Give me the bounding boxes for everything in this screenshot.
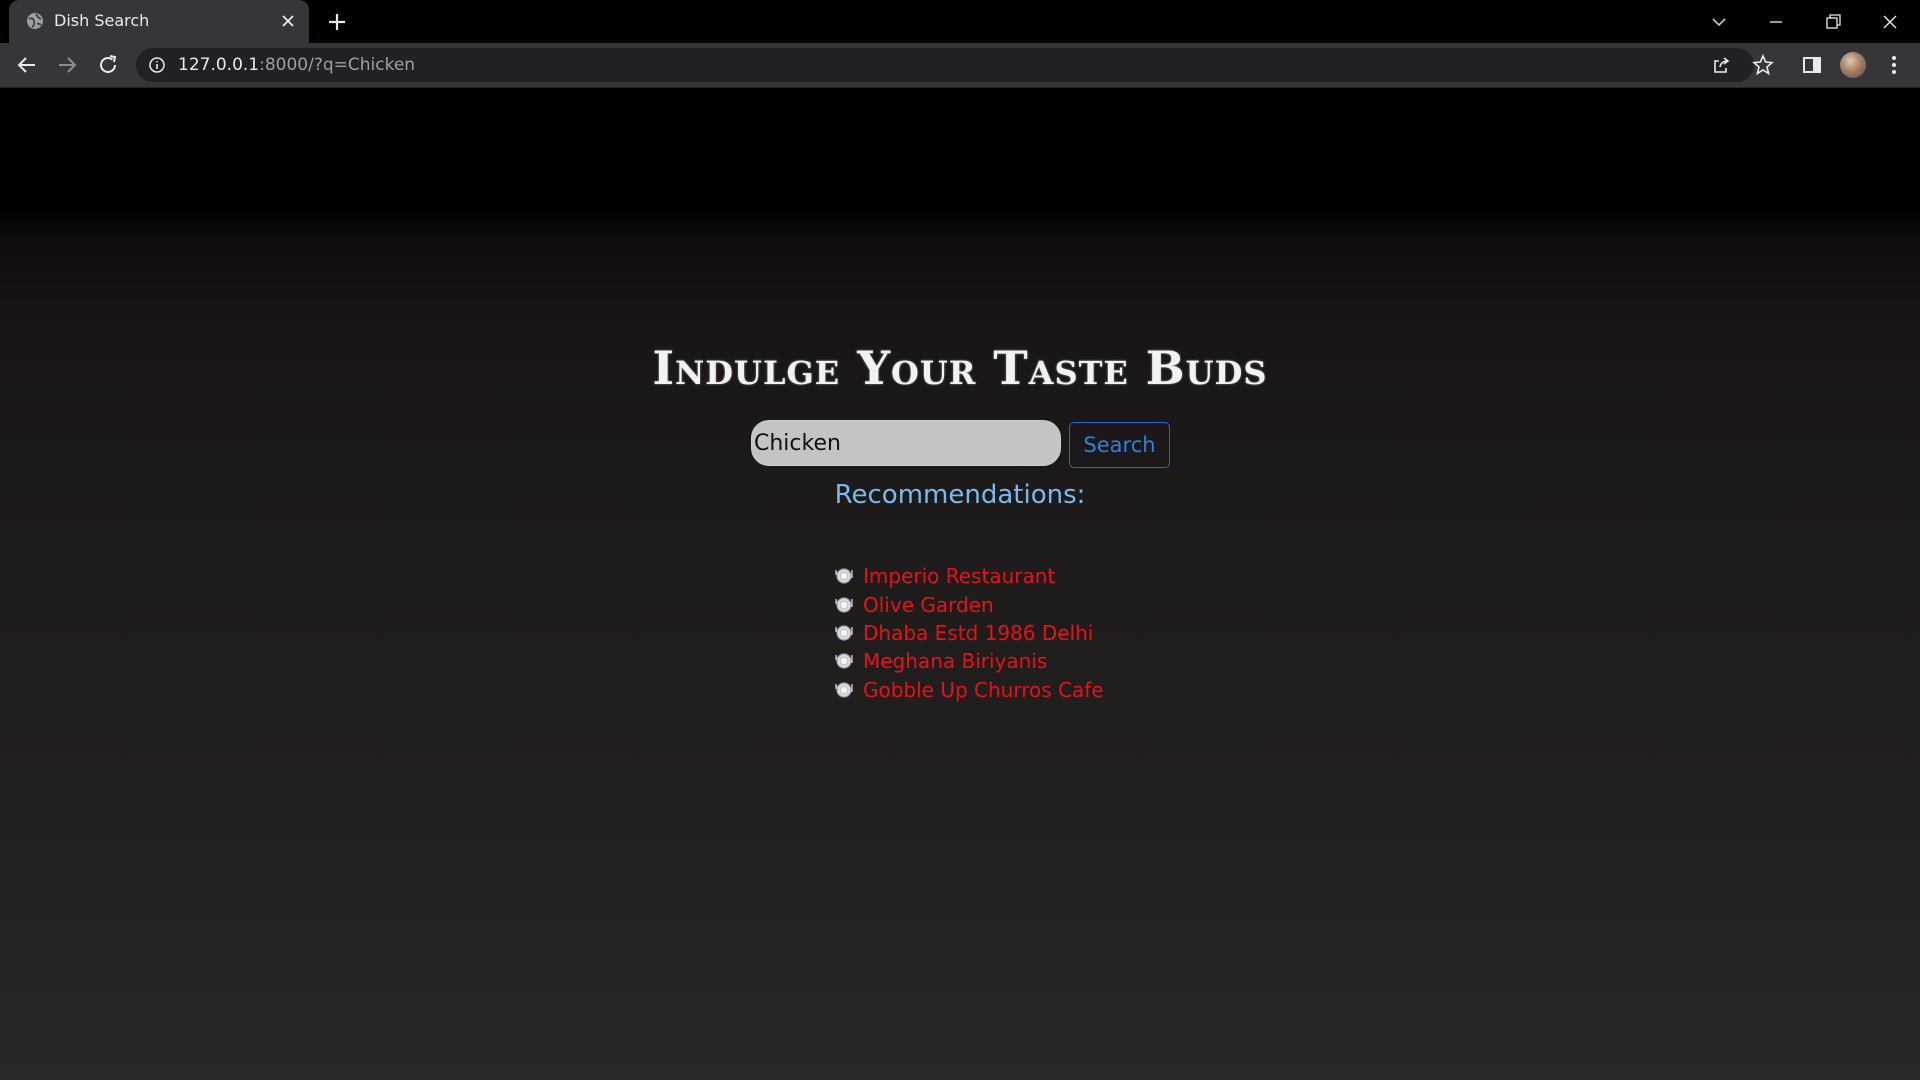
globe-icon (26, 12, 44, 30)
active-tab[interactable]: Dish Search (9, 0, 309, 43)
tab-search-icon[interactable] (1705, 8, 1733, 36)
list-item: Meghana Biriyanis (834, 647, 1104, 675)
url-host: 127.0.0.1 (178, 55, 260, 75)
recommendations-heading: Recommendations: (834, 480, 1086, 510)
plate-icon (834, 651, 854, 671)
new-tab-icon[interactable] (326, 11, 348, 33)
close-window-icon[interactable] (1876, 8, 1904, 36)
browser-toolbar: 127.0.0.1:8000/?q=Chicken (0, 43, 1920, 88)
minimize-icon[interactable] (1762, 8, 1790, 36)
restore-icon[interactable] (1819, 8, 1847, 36)
profile-avatar[interactable] (1840, 52, 1866, 78)
plate-icon (834, 623, 854, 643)
recommendation-link[interactable]: Olive Garden (863, 593, 994, 617)
list-item: Imperio Restaurant (834, 562, 1104, 590)
tab-title: Dish Search (54, 11, 150, 30)
recommendation-link[interactable]: Imperio Restaurant (863, 564, 1055, 588)
back-icon[interactable] (15, 53, 39, 77)
forward-icon[interactable] (55, 53, 79, 77)
page-heading: Indulge Your Taste Buds (652, 341, 1268, 395)
reload-icon[interactable] (96, 53, 120, 77)
tab-strip: Dish Search (0, 0, 1920, 43)
list-item: Gobble Up Churros Cafe (834, 676, 1104, 704)
list-item: Olive Garden (834, 590, 1104, 618)
search-button[interactable]: Search (1069, 422, 1170, 468)
info-icon[interactable] (148, 56, 166, 74)
plate-icon (834, 595, 854, 615)
bookmark-star-icon[interactable] (1752, 53, 1774, 76)
address-bar[interactable]: 127.0.0.1:8000/?q=Chicken (136, 48, 1754, 82)
close-tab-icon[interactable] (279, 12, 297, 30)
recommendations-list: Imperio Restaurant Olive Garden Dhaba Es… (834, 562, 1104, 704)
recommendation-link[interactable]: Meghana Biriyanis (863, 649, 1047, 673)
share-icon[interactable] (1711, 55, 1731, 75)
menu-kebab-icon[interactable] (1883, 54, 1905, 76)
list-item: Dhaba Estd 1986 Delhi (834, 619, 1104, 647)
plate-icon (834, 566, 854, 586)
url-text: 127.0.0.1:8000/?q=Chicken (178, 55, 415, 75)
recommendation-link[interactable]: Gobble Up Churros Cafe (863, 678, 1104, 702)
recommendation-link[interactable]: Dhaba Estd 1986 Delhi (863, 621, 1093, 645)
search-input[interactable] (751, 420, 1061, 466)
page-content: Indulge Your Taste Buds Search Recommend… (0, 88, 1920, 1080)
plate-icon (834, 680, 854, 700)
side-panel-icon[interactable] (1801, 54, 1823, 76)
url-path: :8000/?q=Chicken (259, 55, 416, 75)
